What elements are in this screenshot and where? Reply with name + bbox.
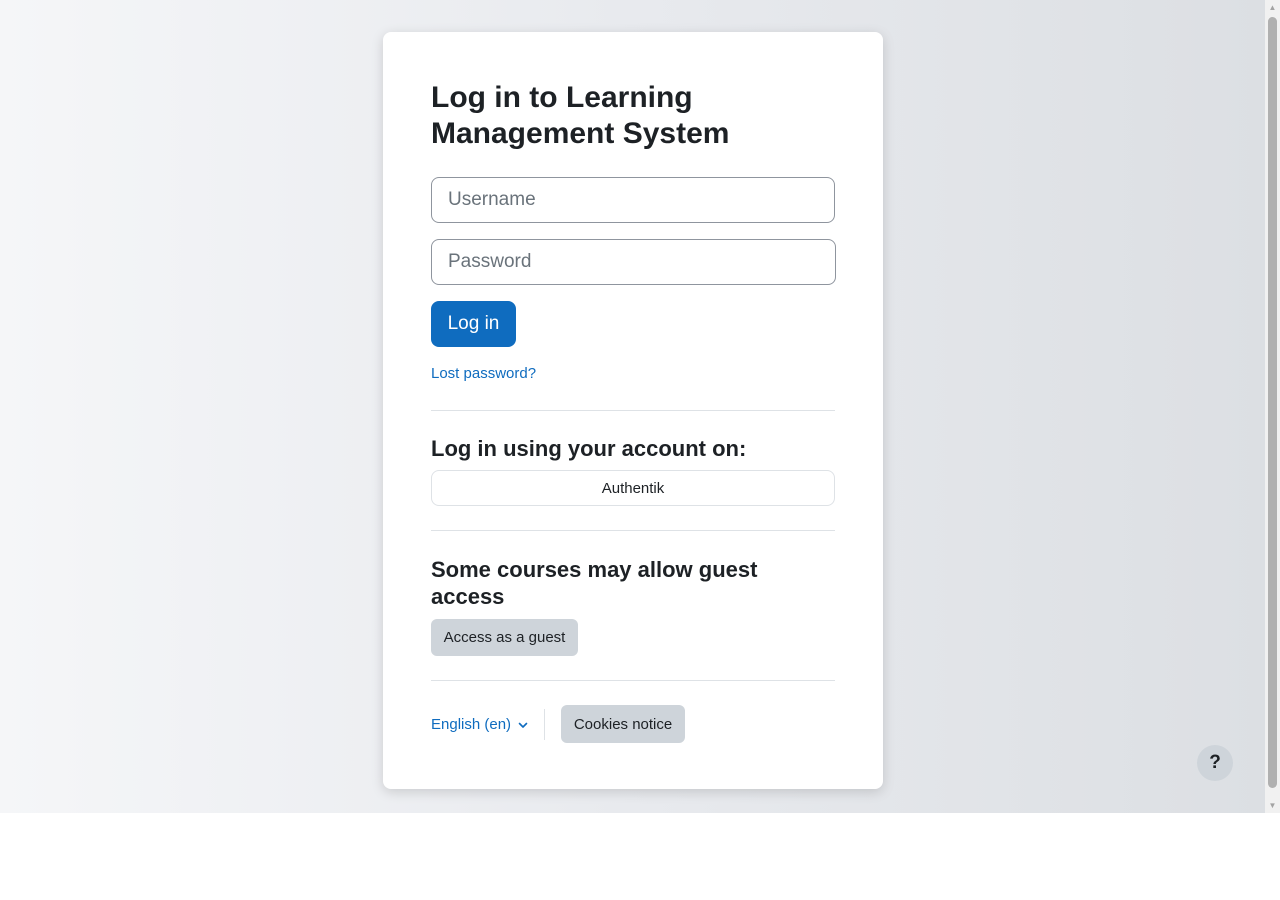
footer-separator <box>544 708 546 740</box>
scrollbar[interactable]: ▲ ▼ <box>1265 0 1280 813</box>
divider <box>431 680 835 681</box>
lost-password-link[interactable]: Lost password? <box>431 365 536 382</box>
chevron-down-icon <box>517 718 529 730</box>
guest-access-button[interactable]: Access as a guest <box>431 619 578 656</box>
divider <box>431 530 835 531</box>
password-input[interactable] <box>431 239 836 285</box>
page-title: Log in to Learning Management System <box>431 81 730 150</box>
login-footer: English (en) Cookies notice <box>431 705 835 743</box>
arrow-up-icon[interactable]: ▲ <box>1265 0 1280 15</box>
language-label: English (en) <box>431 715 512 733</box>
help-button[interactable]: ? <box>1197 745 1233 781</box>
arrow-down-icon[interactable]: ▼ <box>1265 798 1280 813</box>
language-selector[interactable]: English (en) <box>431 716 529 733</box>
authentik-login-button[interactable]: Authentik <box>431 470 835 506</box>
guest-access-heading: Some courses may allow guest access <box>431 557 758 609</box>
login-button[interactable]: Log in <box>431 301 516 347</box>
page-background: Log in to Learning Management System Log… <box>0 0 1265 813</box>
scrollbar-thumb[interactable] <box>1268 17 1277 788</box>
divider <box>431 410 835 411</box>
login-card: Log in to Learning Management System Log… <box>383 32 883 789</box>
cookies-notice-button[interactable]: Cookies notice <box>561 705 686 743</box>
username-input[interactable] <box>431 177 835 223</box>
identity-providers-heading: Log in using your account on: <box>431 436 747 461</box>
